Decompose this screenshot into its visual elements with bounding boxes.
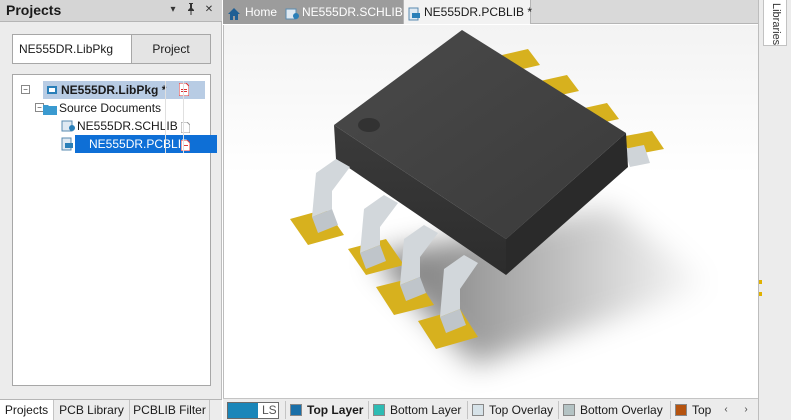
pcblib-doc-icon — [408, 5, 422, 21]
projects-panel: Projects ▾ ✕ NE555DR.LibPkg Project − NE… — [0, 0, 222, 420]
tree-item-label: NE555DR.SCHLIB — [77, 119, 178, 133]
tab-label: Home — [245, 5, 278, 19]
tab-label: NE555DR.PCBLIB * — [424, 5, 533, 19]
tree-item-library-package[interactable]: NE555DR.LibPkg * — [43, 81, 205, 99]
projects-panel-title: Projects — [6, 2, 62, 18]
layer-divider — [558, 401, 559, 419]
layer-color-swatch — [373, 404, 385, 416]
layer-label: Top Overlay — [489, 403, 554, 417]
layer-color-swatch — [675, 404, 687, 416]
layer-color-swatch — [472, 404, 484, 416]
bottom-tab-projects[interactable]: Projects — [0, 400, 54, 420]
layer-divider — [285, 401, 286, 419]
layer-tab-bottom-overlay[interactable]: Bottom Overlay — [563, 401, 663, 419]
panel-close-icon[interactable]: ✕ — [202, 3, 216, 17]
projects-panel-header: Projects ▾ ✕ — [0, 0, 222, 22]
layer-set-button[interactable]: LS — [227, 402, 279, 419]
tree-item-label: NE555DR.PCBLIB — [89, 137, 190, 151]
tree-item-label: Source Documents — [59, 101, 162, 115]
rail-marker — [759, 292, 762, 296]
layer-label: Bottom Overlay — [580, 403, 663, 417]
layer-scroll-right-button[interactable]: › — [738, 401, 754, 419]
tree-item-source-documents[interactable]: Source Documents — [33, 99, 205, 117]
tab-home[interactable]: Home — [223, 0, 281, 24]
ic-3d-model — [290, 30, 714, 365]
projects-bottom-tabs: Projects PCB Library PCBLIB Filter — [0, 399, 222, 420]
layer-color-swatch — [290, 404, 302, 416]
layer-tab-top-layer[interactable]: Top Layer — [290, 401, 363, 419]
tree-column-divider — [165, 81, 166, 153]
tree-column-divider — [183, 81, 184, 153]
layer-color-swatch — [563, 404, 575, 416]
3d-viewport[interactable] — [223, 25, 758, 398]
tab-schlib[interactable]: NE555DR.SCHLIB — [281, 0, 403, 24]
layer-tab-bar: LS Top Layer Bottom Layer Top Overlay Bo… — [223, 398, 758, 420]
layer-divider — [670, 401, 671, 419]
document-tab-bar: Home NE555DR.SCHLIB NE555DR.PCBLIB * — [223, 0, 758, 24]
folder-icon — [43, 102, 57, 120]
project-name-field[interactable]: NE555DR.LibPkg — [12, 34, 134, 64]
libraries-panel-tab-label: Libraries — [770, 3, 782, 46]
bottom-tab-pcb-library[interactable]: PCB Library — [54, 400, 130, 420]
layer-label: Bottom Layer — [390, 403, 462, 417]
rail-marker — [759, 280, 762, 284]
panel-menu-dropdown-icon[interactable]: ▾ — [166, 3, 180, 17]
layer-divider — [368, 401, 369, 419]
schlib-doc-icon — [285, 5, 299, 20]
tab-pcblib[interactable]: NE555DR.PCBLIB * — [403, 0, 533, 24]
project-tree[interactable]: − NE555DR.LibPkg * − Source Documents NE… — [12, 74, 217, 386]
tree-item-pcblib[interactable]: NE555DR.PCBLIB — [61, 135, 217, 153]
bottom-tab-pcblib-filter[interactable]: PCBLIB Filter — [130, 400, 210, 420]
tree-item-label: NE555DR.LibPkg * — [61, 83, 167, 97]
layer-label: Top — [692, 403, 712, 417]
layer-tab-top-overlay[interactable]: Top Overlay — [472, 401, 553, 419]
right-panel-rail: Libraries — [758, 0, 791, 420]
layer-tab-bottom-layer[interactable]: Bottom Layer — [373, 401, 461, 419]
layer-divider — [467, 401, 468, 419]
layer-set-swatch — [228, 403, 258, 418]
schlib-doc-icon — [61, 119, 76, 138]
tab-label: NE555DR.SCHLIB — [302, 5, 403, 19]
layer-set-label: LS — [262, 403, 277, 417]
project-button[interactable]: Project — [131, 34, 211, 64]
layer-label: Top Layer — [307, 403, 364, 417]
pcblib-doc-icon — [61, 137, 75, 156]
pin1-dimple — [358, 118, 380, 132]
panel-pin-icon[interactable] — [184, 3, 198, 17]
collapse-toggle-icon[interactable]: − — [21, 85, 30, 94]
layer-scroll-left-button[interactable]: ‹ — [718, 401, 734, 419]
home-icon — [227, 5, 241, 20]
libraries-panel-tab[interactable]: Libraries — [763, 0, 787, 46]
layer-tab-top-paste[interactable]: Top — [675, 401, 711, 419]
